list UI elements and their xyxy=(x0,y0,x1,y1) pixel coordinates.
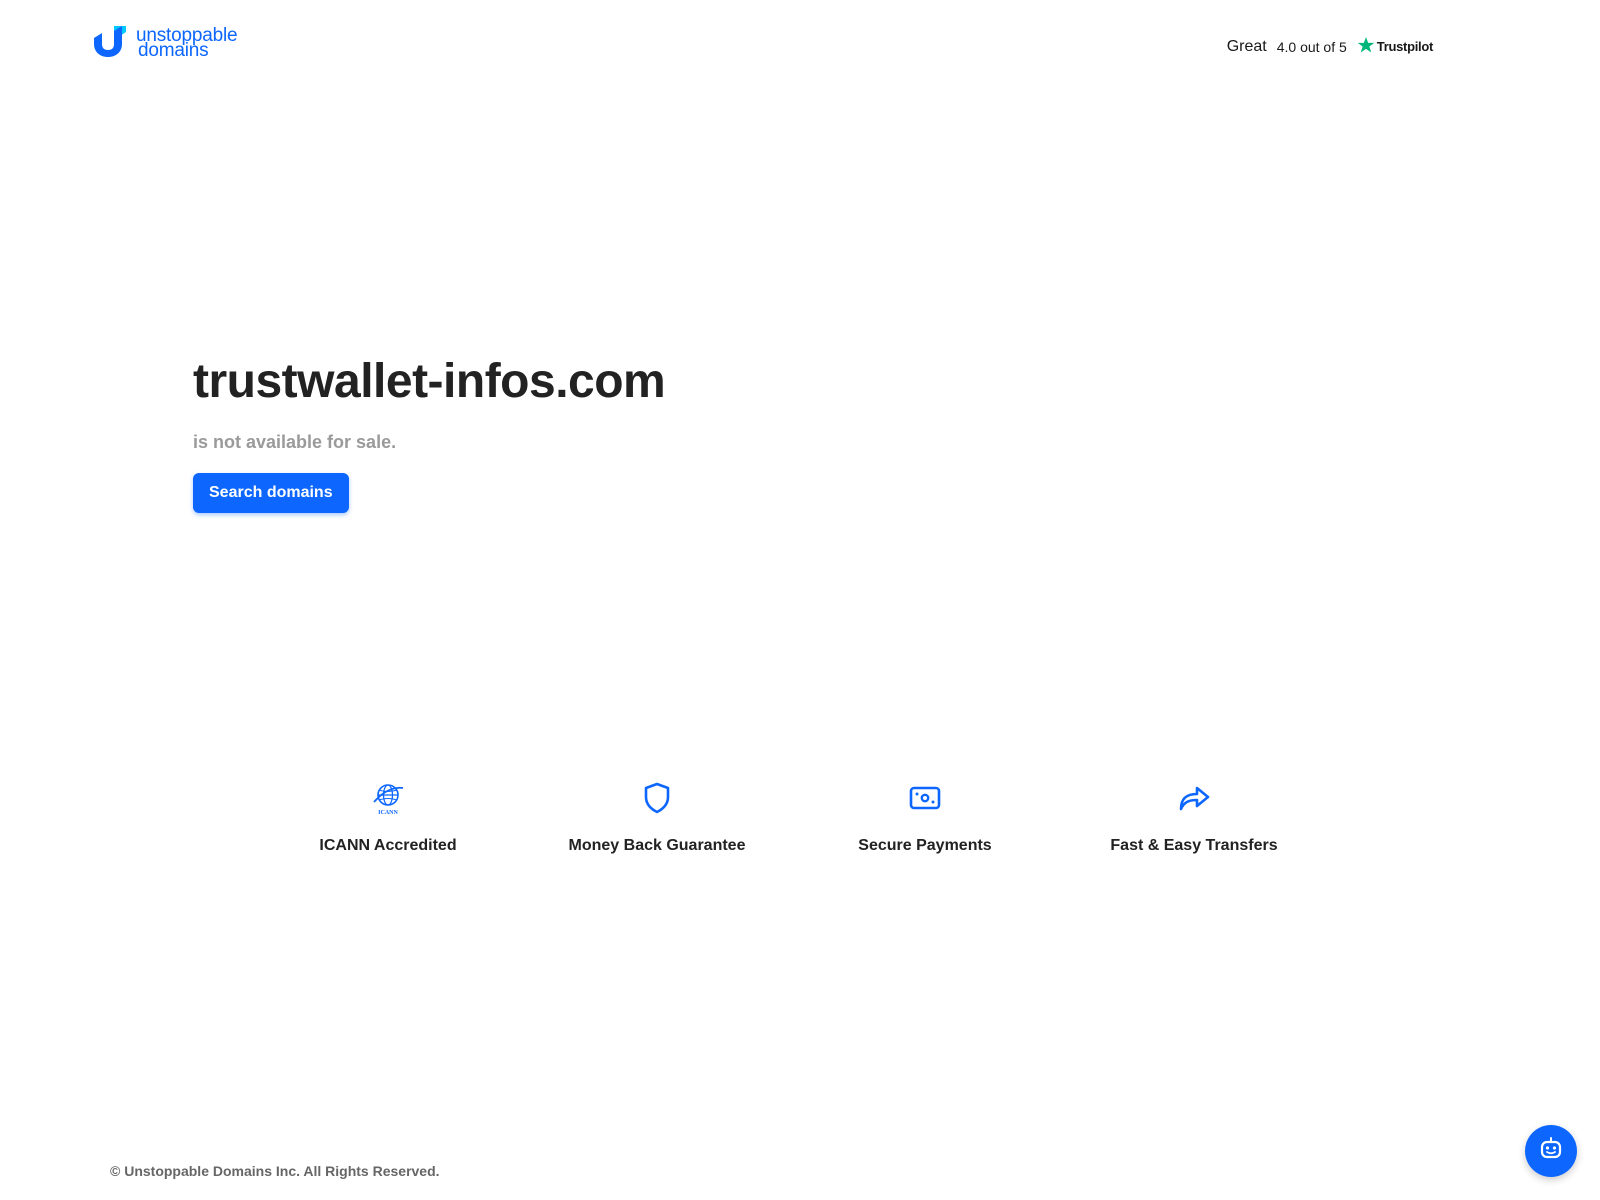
chat-robot-icon xyxy=(1537,1135,1565,1168)
rating-score: 4.0 out of 5 xyxy=(1276,38,1347,55)
trustpilot-star-icon xyxy=(1357,36,1375,57)
feature-money-back: Money Back Guarantee xyxy=(547,780,767,855)
trustpilot-rating[interactable]: Great 4.0 out of 5 Trustpilot xyxy=(1227,36,1433,57)
hero-section: trustwallet-infos.com is not available f… xyxy=(193,355,666,513)
footer-copyright: © Unstoppable Domains Inc. All Rights Re… xyxy=(110,1163,440,1179)
feature-icann: ICANN ICANN Accredited xyxy=(278,780,498,855)
svg-text:ICANN: ICANN xyxy=(378,810,398,816)
logo-text: unstoppable domains xyxy=(136,26,238,61)
feature-label: ICANN Accredited xyxy=(319,837,457,854)
rating-word: Great xyxy=(1226,37,1267,55)
trustpilot-label: Trustpilot xyxy=(1376,39,1434,54)
feature-label: Secure Payments xyxy=(858,837,992,854)
feature-secure-payments: Secure Payments xyxy=(815,780,1035,855)
feature-transfers: Fast & Easy Transfers xyxy=(1084,780,1304,855)
chat-button[interactable] xyxy=(1525,1125,1577,1177)
unstoppable-domains-logo-icon xyxy=(92,22,128,63)
site-logo[interactable]: unstoppable domains xyxy=(92,22,238,63)
shield-icon xyxy=(639,780,675,821)
share-arrow-icon xyxy=(1176,780,1212,821)
page: unstoppable domains Great 4.0 out of 5 T… xyxy=(0,0,1600,1200)
trustpilot-brand: Trustpilot xyxy=(1357,36,1433,57)
payment-card-icon xyxy=(907,780,943,821)
domain-title: trustwallet-infos.com xyxy=(193,355,666,408)
search-domains-button[interactable]: Search domains xyxy=(193,473,349,513)
icann-globe-icon: ICANN xyxy=(370,780,406,821)
feature-label: Money Back Guarantee xyxy=(568,837,746,854)
availability-subtitle: is not available for sale. xyxy=(193,432,397,452)
logo-line-2: domains xyxy=(138,39,209,61)
feature-label: Fast & Easy Transfers xyxy=(1110,837,1278,854)
